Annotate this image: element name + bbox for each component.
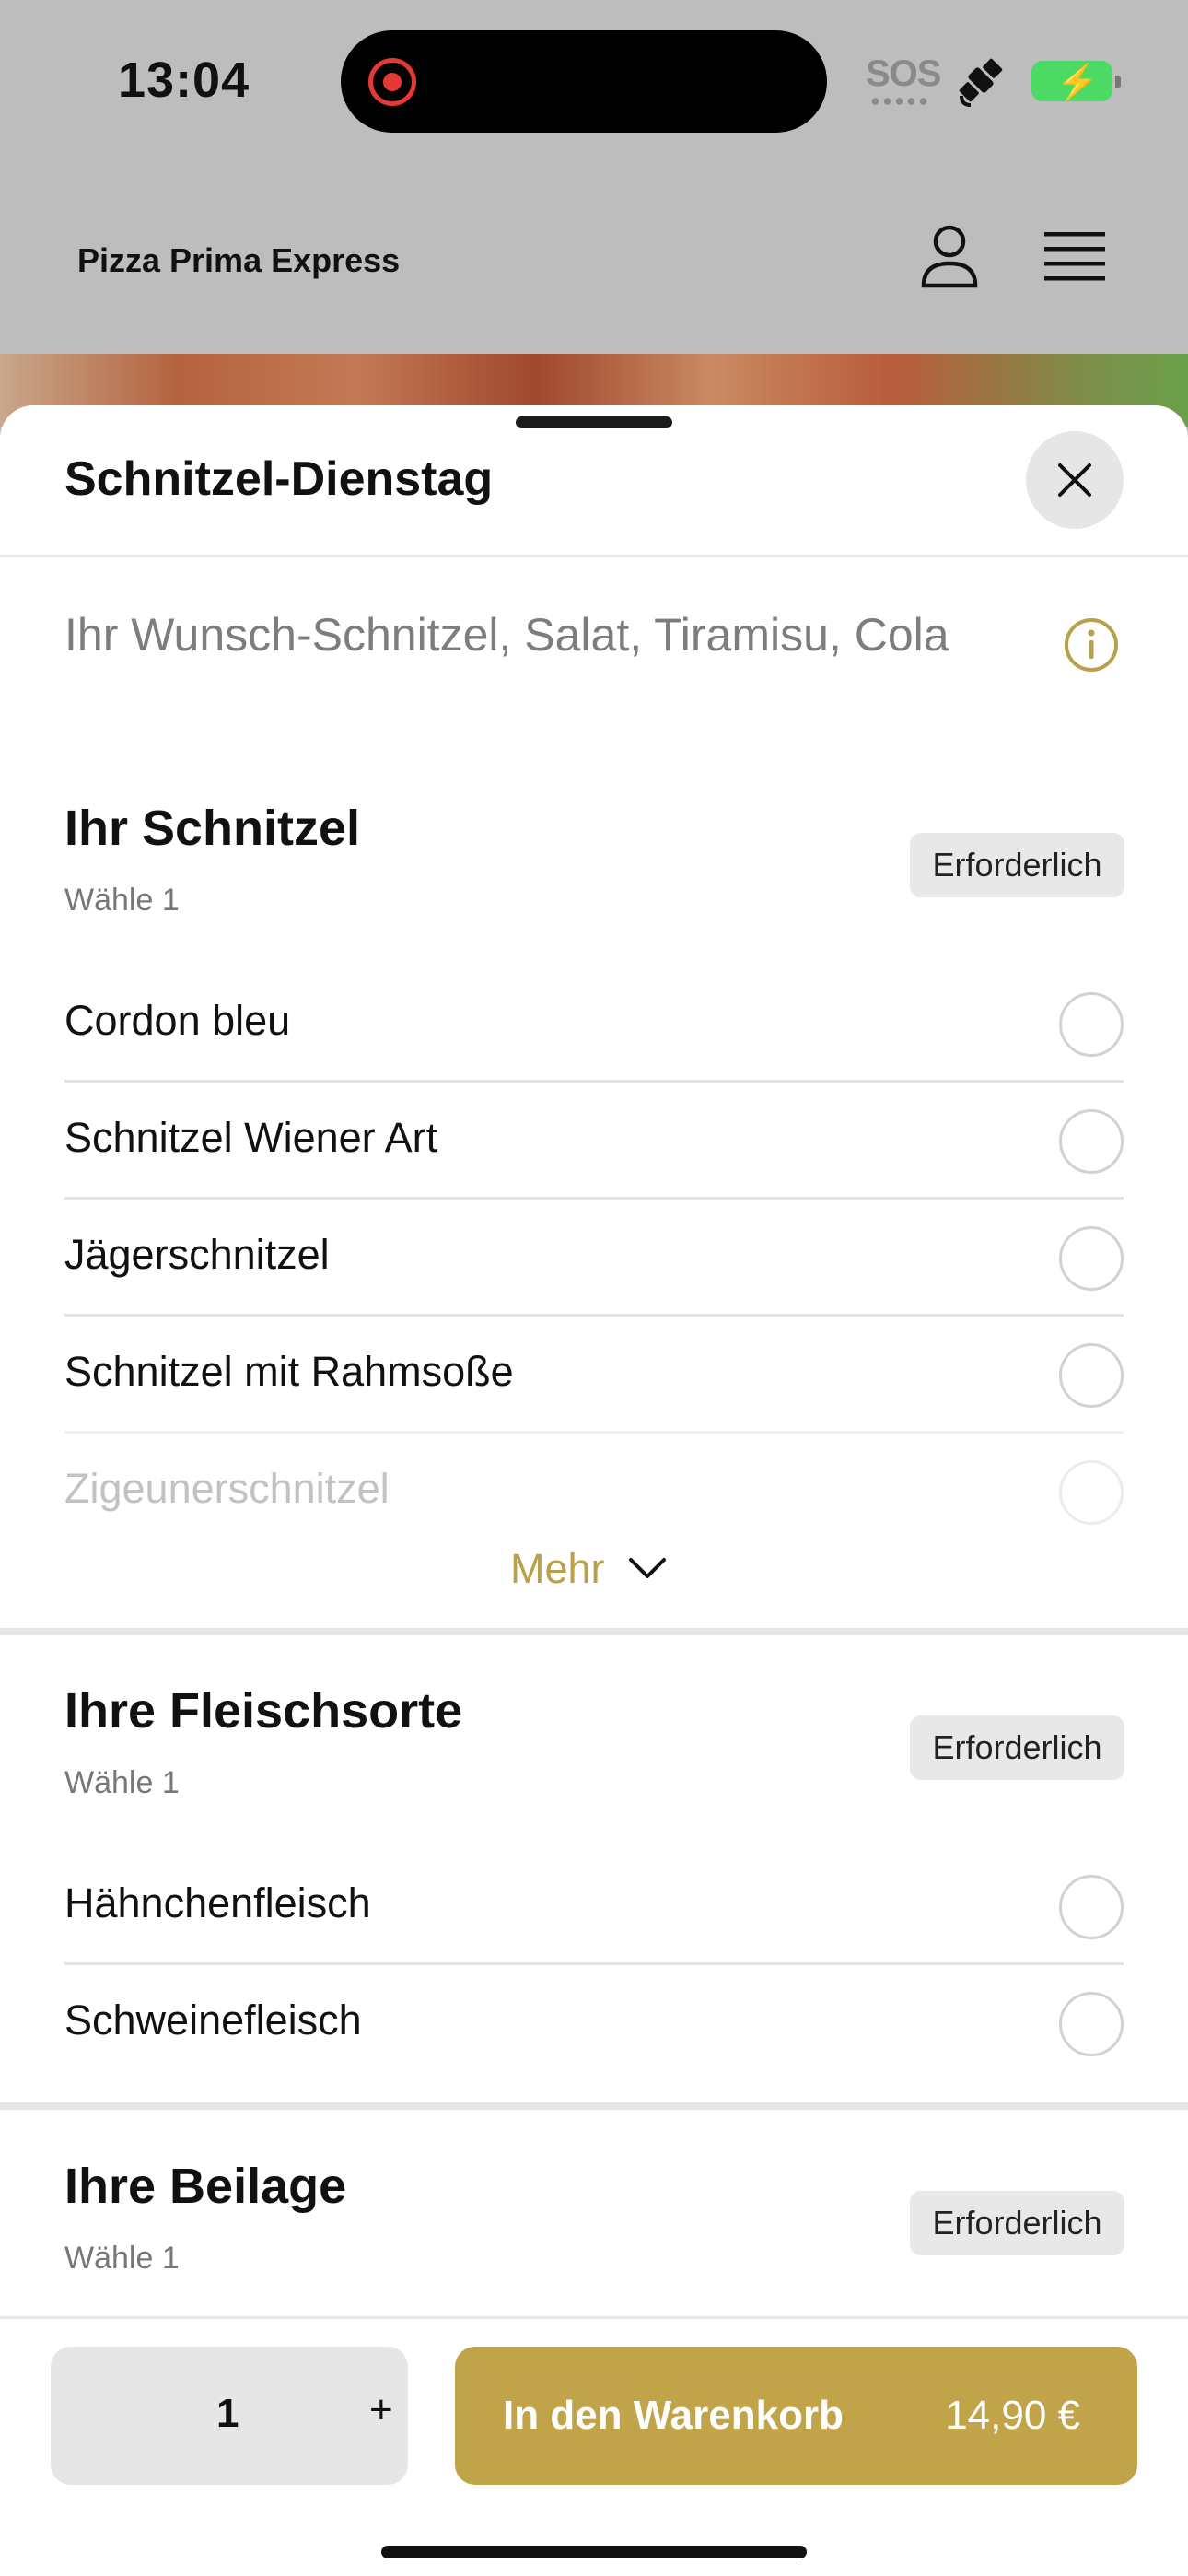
brand-name[interactable]: Pizza Prima Express bbox=[77, 241, 400, 280]
app-header: Pizza Prima Express bbox=[0, 157, 1188, 354]
option-label: Schweinefleisch bbox=[64, 1996, 362, 2043]
close-icon bbox=[1058, 463, 1091, 497]
required-badge: Erforderlich bbox=[910, 2191, 1124, 2255]
sheet-title: Schnitzel-Dienstag bbox=[64, 452, 494, 506]
option-label: Zigeunerschnitzel bbox=[64, 1465, 390, 1512]
option-label: Schnitzel Wiener Art bbox=[64, 1114, 438, 1161]
section-divider bbox=[0, 2102, 1188, 2110]
add-to-cart-label: In den Warenkorb bbox=[503, 2393, 844, 2438]
option-label: Jägerschnitzel bbox=[64, 1231, 330, 1278]
radio-button[interactable] bbox=[1059, 1109, 1124, 1174]
option-schweinefleisch[interactable]: Schweinefleisch bbox=[64, 1965, 1124, 2082]
radio-button[interactable] bbox=[1059, 1875, 1124, 1939]
menu-icon[interactable] bbox=[1044, 230, 1105, 282]
plus-button[interactable]: + bbox=[369, 2387, 393, 2433]
quantity-stepper[interactable]: 1 + bbox=[51, 2347, 408, 2485]
sheet-grabber[interactable] bbox=[516, 416, 672, 428]
option-schnitzel-mit-rahmsosse[interactable]: Schnitzel mit Rahmsoße bbox=[64, 1317, 1124, 1434]
section-title: Ihre Beilage bbox=[64, 2159, 347, 2214]
required-badge: Erforderlich bbox=[910, 833, 1124, 897]
divider bbox=[0, 555, 1188, 557]
option-schnitzel-wiener-art[interactable]: Schnitzel Wiener Art bbox=[64, 1083, 1124, 1200]
radio-button[interactable] bbox=[1059, 1992, 1124, 2056]
radio-button[interactable] bbox=[1059, 992, 1124, 1057]
option-label: Hähnchenfleisch bbox=[64, 1879, 371, 1926]
battery-charging-icon: ⚡ bbox=[1031, 61, 1121, 102]
dynamic-island bbox=[341, 30, 827, 133]
product-description: Ihr Wunsch-Schnitzel, Salat, Tiramisu, C… bbox=[64, 609, 949, 661]
chevron-down-icon bbox=[629, 1558, 666, 1578]
status-time: 13:04 bbox=[118, 53, 250, 108]
option-cordon-bleu[interactable]: Cordon bleu bbox=[64, 966, 1124, 1083]
satellite-icon bbox=[959, 58, 1003, 107]
quantity-value: 1 bbox=[216, 2391, 239, 2436]
info-icon[interactable] bbox=[1064, 617, 1119, 673]
section-subtitle: Wähle 1 bbox=[64, 2241, 180, 2276]
screen-recording-icon bbox=[368, 58, 416, 106]
option-label: Schnitzel mit Rahmsoße bbox=[64, 1348, 514, 1395]
section-title: Ihr Schnitzel bbox=[64, 801, 361, 856]
bottom-bar: 1 + In den Warenkorb 14,90 € bbox=[0, 2316, 1188, 2576]
radio-button[interactable] bbox=[1059, 1226, 1124, 1291]
section-title: Ihre Fleischsorte bbox=[64, 1683, 463, 1739]
required-badge: Erforderlich bbox=[910, 1715, 1124, 1780]
section-subtitle: Wähle 1 bbox=[64, 883, 180, 918]
more-label: Mehr bbox=[510, 1545, 605, 1592]
radio-button[interactable] bbox=[1059, 1460, 1124, 1525]
more-button[interactable]: Mehr bbox=[507, 1543, 681, 1598]
sos-label: SOS bbox=[866, 53, 941, 94]
user-icon[interactable] bbox=[919, 223, 980, 289]
close-button[interactable] bbox=[1026, 431, 1124, 529]
option-jaegerschnitzel[interactable]: Jägerschnitzel bbox=[64, 1200, 1124, 1317]
sos-signal-dots bbox=[869, 98, 928, 105]
option-haehnchenfleisch[interactable]: Hähnchenfleisch bbox=[64, 1848, 1124, 1965]
add-to-cart-button[interactable]: In den Warenkorb 14,90 € bbox=[455, 2347, 1137, 2485]
status-bar: 13:04 SOS ⚡ bbox=[0, 0, 1188, 157]
option-label: Cordon bleu bbox=[64, 997, 291, 1044]
bolt-icon: ⚡ bbox=[1055, 64, 1100, 102]
product-sheet: Schnitzel-Dienstag Ihr Wunsch-Schnitzel,… bbox=[0, 405, 1188, 2576]
option-zigeunerschnitzel[interactable]: Zigeunerschnitzel bbox=[64, 1434, 1124, 1551]
section-subtitle: Wähle 1 bbox=[64, 1765, 180, 1800]
home-indicator[interactable] bbox=[381, 2546, 807, 2558]
price-label: 14,90 € bbox=[945, 2393, 1080, 2438]
section-divider bbox=[0, 1628, 1188, 1635]
radio-button[interactable] bbox=[1059, 1343, 1124, 1408]
